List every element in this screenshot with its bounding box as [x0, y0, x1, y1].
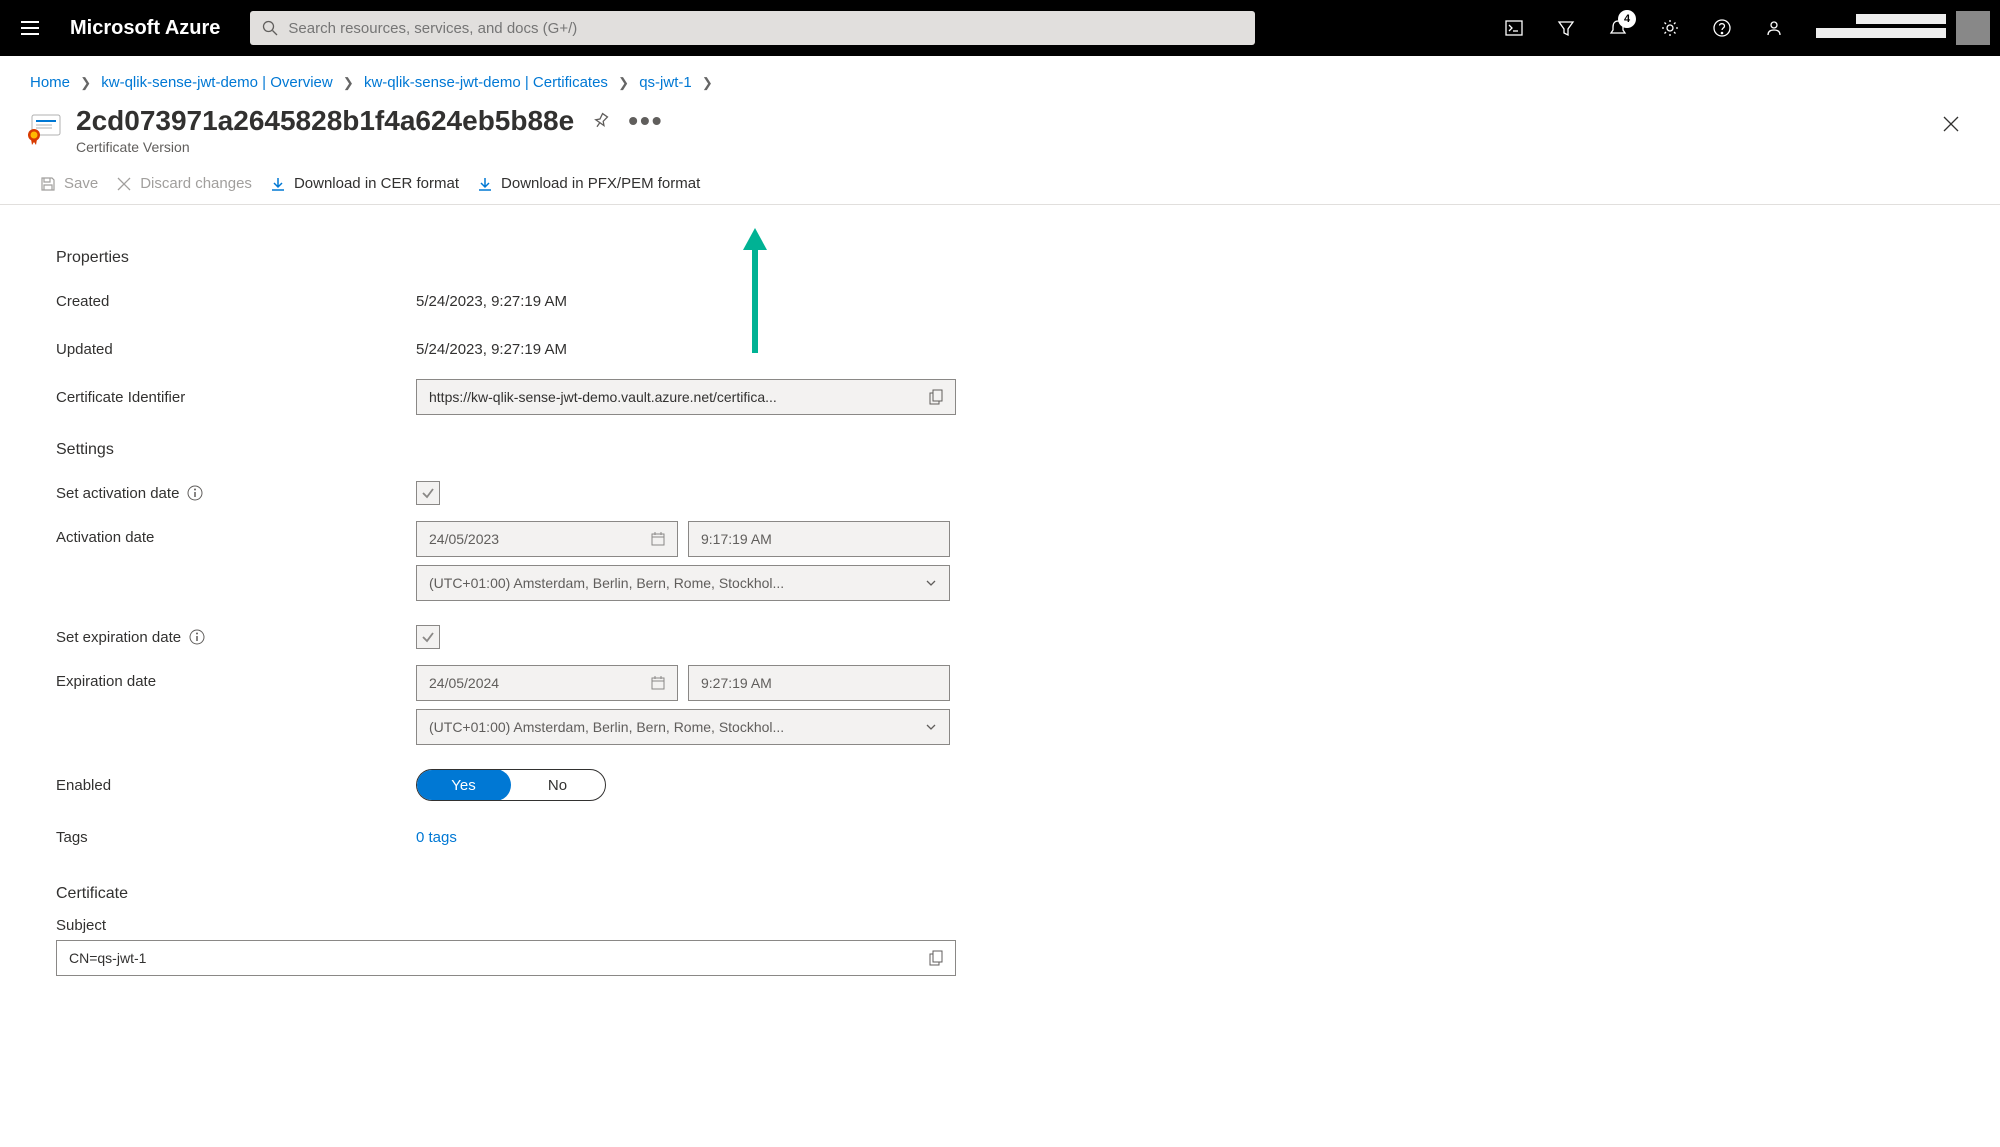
chevron-down-icon	[925, 721, 937, 733]
discard-button: Discard changes	[116, 175, 252, 192]
calendar-icon	[651, 676, 665, 690]
certificate-heading: Certificate	[56, 885, 970, 903]
page-subtitle: Certificate Version	[76, 139, 1918, 155]
more-button[interactable]: •••	[628, 105, 663, 137]
avatar	[1956, 11, 1990, 45]
search-icon	[262, 20, 278, 36]
settings-heading: Settings	[56, 441, 970, 459]
activation-tz-select[interactable]: (UTC+01:00) Amsterdam, Berlin, Bern, Rom…	[416, 565, 950, 601]
set-expiration-label: Set expiration date	[56, 629, 181, 646]
expiration-tz-select[interactable]: (UTC+01:00) Amsterdam, Berlin, Bern, Rom…	[416, 709, 950, 745]
info-icon[interactable]	[187, 485, 203, 501]
copy-icon[interactable]	[929, 950, 943, 966]
identifier-field[interactable]: https://kw-qlik-sense-jwt-demo.vault.azu…	[416, 379, 956, 415]
activation-date-input[interactable]: 24/05/2023	[416, 521, 678, 557]
download-pfx-button[interactable]: Download in PFX/PEM format	[477, 175, 700, 192]
save-button: Save	[40, 175, 98, 192]
calendar-icon	[651, 532, 665, 546]
chevron-down-icon	[925, 577, 937, 589]
directory-filter-button[interactable]	[1544, 6, 1588, 50]
global-search[interactable]	[250, 11, 1255, 45]
set-activation-label: Set activation date	[56, 485, 179, 502]
content-area: Properties Created 5/24/2023, 9:27:19 AM…	[0, 205, 1000, 1016]
tags-link[interactable]: 0 tags	[416, 829, 457, 846]
created-label: Created	[56, 293, 416, 310]
breadcrumb-overview[interactable]: kw-qlik-sense-jwt-demo | Overview	[101, 74, 332, 91]
search-input[interactable]	[288, 20, 1243, 37]
subject-field[interactable]: CN=qs-jwt-1	[56, 940, 956, 976]
close-button[interactable]	[1932, 105, 1970, 146]
expiration-date-input[interactable]: 24/05/2024	[416, 665, 678, 701]
help-button[interactable]	[1700, 6, 1744, 50]
copy-icon[interactable]	[929, 389, 943, 405]
updated-value: 5/24/2023, 9:27:19 AM	[416, 341, 567, 358]
cloud-shell-button[interactable]	[1492, 6, 1536, 50]
download-cer-button[interactable]: Download in CER format	[270, 175, 459, 192]
pin-button[interactable]	[592, 112, 610, 130]
properties-heading: Properties	[56, 249, 970, 267]
arrow-annotation	[740, 228, 770, 358]
command-bar: Save Discard changes Download in CER for…	[0, 155, 2000, 205]
set-expiration-checkbox[interactable]	[416, 625, 440, 649]
activation-time-input[interactable]: 9:17:19 AM	[688, 521, 950, 557]
notifications-button[interactable]: 4	[1596, 6, 1640, 50]
account-area[interactable]	[1816, 11, 1990, 45]
identifier-label: Certificate Identifier	[56, 389, 416, 406]
top-icon-bar: 4	[1492, 6, 1796, 50]
tags-label: Tags	[56, 829, 416, 846]
breadcrumb-certificates[interactable]: kw-qlik-sense-jwt-demo | Certificates	[364, 74, 608, 91]
enabled-label: Enabled	[56, 777, 416, 794]
info-icon[interactable]	[189, 629, 205, 645]
expiration-date-label: Expiration date	[56, 665, 416, 690]
updated-label: Updated	[56, 341, 416, 358]
notification-badge: 4	[1618, 10, 1636, 28]
breadcrumb: Home ❯ kw-qlik-sense-jwt-demo | Overview…	[0, 56, 2000, 91]
activation-date-label: Activation date	[56, 521, 416, 546]
breadcrumb-cert-name[interactable]: qs-jwt-1	[639, 74, 692, 91]
enabled-yes[interactable]: Yes	[416, 769, 511, 801]
expiration-time-input[interactable]: 9:27:19 AM	[688, 665, 950, 701]
set-activation-checkbox[interactable]	[416, 481, 440, 505]
brand-label: Microsoft Azure	[70, 17, 220, 40]
enabled-toggle[interactable]: Yes No	[416, 769, 606, 801]
enabled-no[interactable]: No	[510, 770, 605, 800]
settings-button[interactable]	[1648, 6, 1692, 50]
breadcrumb-home[interactable]: Home	[30, 74, 70, 91]
created-value: 5/24/2023, 9:27:19 AM	[416, 293, 567, 310]
page-header: 2cd073971a2645828b1f4a624eb5b88e ••• Cer…	[0, 91, 2000, 155]
feedback-button[interactable]	[1752, 6, 1796, 50]
top-navigation: Microsoft Azure 4	[0, 0, 2000, 56]
subject-label: Subject	[56, 917, 970, 934]
certificate-icon	[26, 111, 62, 147]
hamburger-menu-button[interactable]	[10, 8, 50, 48]
page-title: 2cd073971a2645828b1f4a624eb5b88e	[76, 105, 574, 137]
